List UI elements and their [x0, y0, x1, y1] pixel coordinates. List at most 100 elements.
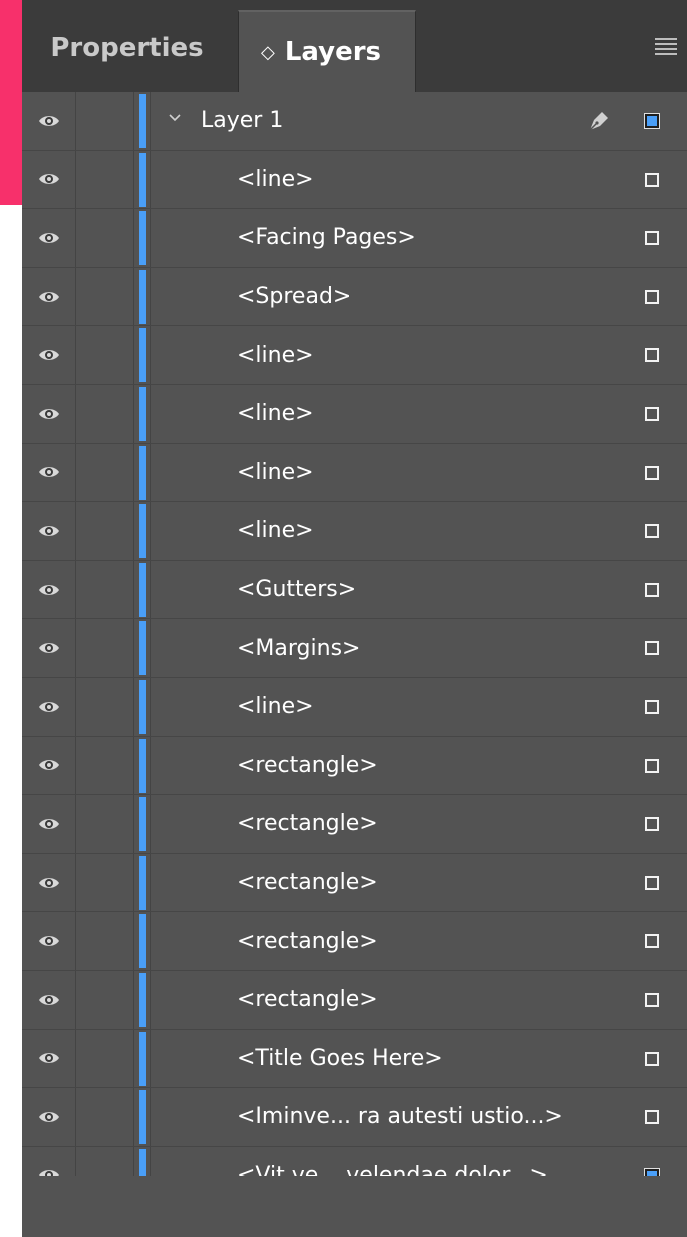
lock-toggle[interactable]: [76, 384, 134, 443]
eye-icon[interactable]: [22, 1029, 76, 1088]
selection-indicator[interactable]: [645, 465, 659, 480]
tab-properties[interactable]: Properties: [22, 0, 232, 92]
lock-toggle[interactable]: [76, 795, 134, 853]
selection-indicator[interactable]: [645, 934, 659, 949]
selection-indicator[interactable]: [645, 231, 659, 246]
layer-name-cell[interactable]: <rectangle>: [150, 970, 687, 1029]
layer-name-cell[interactable]: <line>: [150, 150, 687, 209]
lock-toggle[interactable]: [76, 502, 134, 560]
eye-icon[interactable]: [22, 1088, 76, 1146]
object-row[interactable]: <rectangle>: [22, 795, 687, 854]
layer-name-cell[interactable]: <rectangle>: [150, 736, 687, 795]
object-row[interactable]: <rectangle>: [22, 912, 687, 971]
layer-name-cell[interactable]: <Facing Pages>: [150, 209, 687, 267]
layer-name-cell[interactable]: <line>: [150, 326, 687, 384]
selection-indicator[interactable]: [645, 348, 659, 363]
eye-icon[interactable]: [22, 619, 76, 677]
selection-indicator[interactable]: [645, 172, 659, 187]
eye-icon[interactable]: [22, 677, 76, 736]
selection-indicator[interactable]: [645, 406, 659, 421]
lock-toggle[interactable]: [76, 736, 134, 795]
object-row[interactable]: <line>: [22, 443, 687, 503]
eye-icon[interactable]: [22, 560, 76, 619]
object-row[interactable]: <Margins>: [22, 619, 687, 678]
object-row[interactable]: <rectangle>: [22, 853, 687, 913]
object-row[interactable]: <line>: [22, 502, 687, 561]
panel-footer: [22, 1176, 687, 1237]
lock-toggle[interactable]: [76, 677, 134, 736]
tab-properties-label: Properties: [50, 33, 204, 63]
lock-toggle[interactable]: [76, 1029, 134, 1088]
object-row[interactable]: <Facing Pages>: [22, 209, 687, 268]
selection-indicator[interactable]: [645, 992, 659, 1007]
layer-name-cell[interactable]: Layer 1: [150, 92, 687, 150]
lock-toggle[interactable]: [76, 970, 134, 1029]
eye-icon[interactable]: [22, 384, 76, 443]
eye-icon[interactable]: [22, 502, 76, 560]
eye-icon[interactable]: [22, 92, 76, 150]
eye-icon[interactable]: [22, 150, 76, 209]
eye-icon[interactable]: [22, 736, 76, 795]
object-row[interactable]: <rectangle>: [22, 736, 687, 796]
lock-toggle[interactable]: [76, 912, 134, 970]
object-row[interactable]: <line>: [22, 677, 687, 737]
layer-name-cell[interactable]: <Title Goes Here>: [150, 1029, 687, 1088]
lock-toggle[interactable]: [76, 209, 134, 267]
selection-indicator[interactable]: [645, 758, 659, 773]
lock-toggle[interactable]: [76, 150, 134, 209]
layer-name-cell[interactable]: <line>: [150, 384, 687, 443]
selection-indicator[interactable]: [645, 524, 659, 539]
lock-toggle[interactable]: [76, 560, 134, 619]
object-row[interactable]: <Title Goes Here>: [22, 1029, 687, 1089]
layer-name-cell[interactable]: <rectangle>: [150, 795, 687, 853]
lock-toggle[interactable]: [76, 92, 134, 150]
selection-indicator[interactable]: [645, 699, 659, 714]
eye-icon[interactable]: [22, 326, 76, 384]
selection-indicator[interactable]: [645, 582, 659, 597]
object-row[interactable]: <line>: [22, 150, 687, 210]
item-name: <Title Goes Here>: [237, 1045, 443, 1071]
eye-icon[interactable]: [22, 209, 76, 267]
eye-icon[interactable]: [22, 970, 76, 1029]
layer-color-swatch: [139, 1031, 146, 1086]
layer-name-cell[interactable]: <line>: [150, 443, 687, 502]
object-row[interactable]: <line>: [22, 384, 687, 444]
layer-name-cell[interactable]: <rectangle>: [150, 912, 687, 970]
selection-indicator[interactable]: [645, 817, 659, 832]
eye-icon[interactable]: [22, 795, 76, 853]
item-name: <line>: [237, 459, 314, 485]
layer-name-cell[interactable]: <Margins>: [150, 619, 687, 677]
layer-name-cell[interactable]: <Spread>: [150, 267, 687, 326]
selection-indicator[interactable]: [644, 113, 660, 129]
selection-indicator[interactable]: [645, 1051, 659, 1066]
lock-toggle[interactable]: [76, 1088, 134, 1146]
item-name: <line>: [237, 518, 314, 544]
layer-name-cell[interactable]: <line>: [150, 677, 687, 736]
object-row[interactable]: <Spread>: [22, 267, 687, 327]
lock-toggle[interactable]: [76, 853, 134, 912]
layer-name-cell[interactable]: <Iminve... ra autesti ustio...>: [150, 1088, 687, 1146]
layer-name-cell[interactable]: <line>: [150, 502, 687, 560]
layer-row[interactable]: Layer 1: [22, 92, 687, 151]
selection-indicator[interactable]: [645, 641, 659, 656]
eye-icon[interactable]: [22, 267, 76, 326]
selection-indicator[interactable]: [645, 1110, 659, 1125]
selection-indicator[interactable]: [645, 875, 659, 890]
eye-icon[interactable]: [22, 912, 76, 970]
layer-name-cell[interactable]: <Gutters>: [150, 560, 687, 619]
hamburger-menu-icon[interactable]: [655, 38, 677, 55]
tab-layers[interactable]: ◇ Layers: [238, 10, 416, 92]
selection-indicator[interactable]: [645, 289, 659, 304]
layer-name-cell[interactable]: <rectangle>: [150, 853, 687, 912]
eye-icon[interactable]: [22, 853, 76, 912]
object-row[interactable]: <line>: [22, 326, 687, 385]
object-row[interactable]: <rectangle>: [22, 970, 687, 1030]
object-row[interactable]: <Gutters>: [22, 560, 687, 620]
lock-toggle[interactable]: [76, 443, 134, 502]
eye-icon[interactable]: [22, 443, 76, 502]
object-row[interactable]: <Iminve... ra autesti ustio...>: [22, 1088, 687, 1147]
lock-toggle[interactable]: [76, 267, 134, 326]
lock-toggle[interactable]: [76, 619, 134, 677]
chevron-down-icon[interactable]: [167, 110, 183, 126]
lock-toggle[interactable]: [76, 326, 134, 384]
